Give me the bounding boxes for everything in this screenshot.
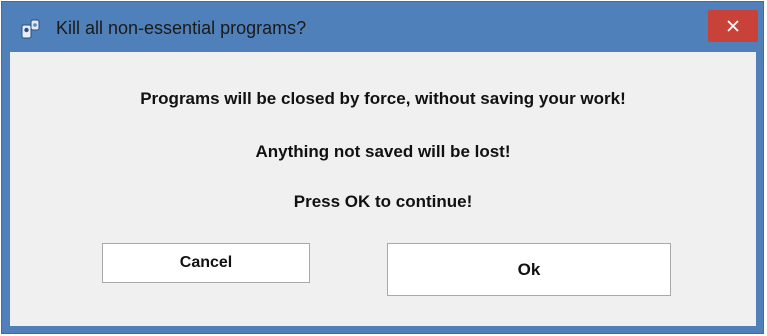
dialog-window: Kill all non-essential programs? Program… <box>1 1 764 334</box>
window-title: Kill all non-essential programs? <box>56 18 307 38</box>
close-button[interactable] <box>708 10 758 42</box>
dialog-body: Programs will be closed by force, withou… <box>10 52 756 326</box>
message-line-1: Programs will be closed by force, withou… <box>140 89 626 108</box>
cancel-button[interactable]: Cancel <box>102 243 310 283</box>
ok-button[interactable]: Ok <box>387 243 671 296</box>
message-line-2: Anything not saved will be lost! <box>255 142 511 161</box>
app-icon <box>20 18 42 40</box>
message-line-3: Press OK to continue! <box>293 192 473 211</box>
close-icon <box>727 20 739 32</box>
title-bar[interactable]: Kill all non-essential programs? <box>2 2 763 50</box>
